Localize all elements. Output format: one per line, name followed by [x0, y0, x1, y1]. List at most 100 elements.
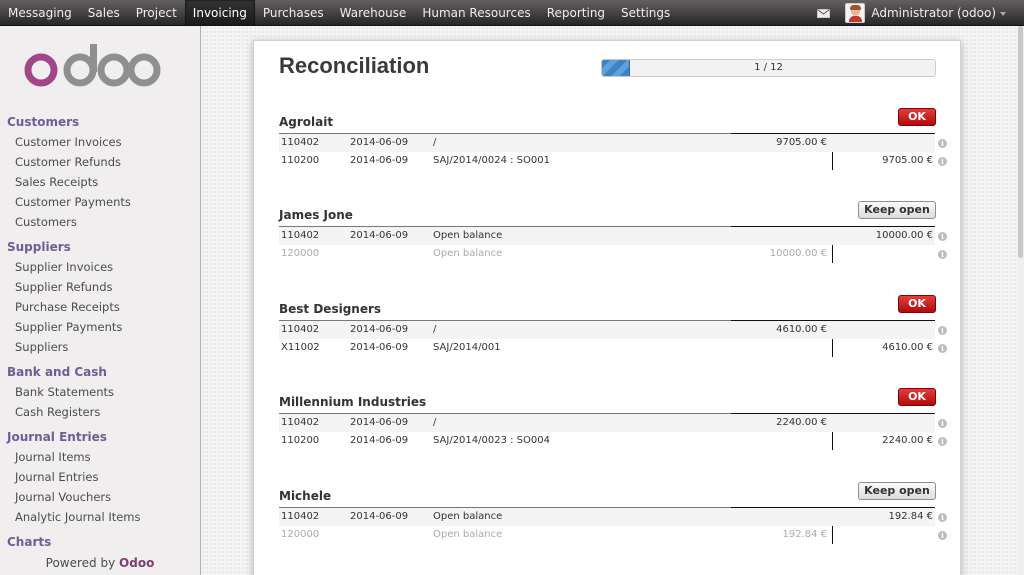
move-line-row[interactable]: 120000 Open balance 10000.00 € [279, 245, 935, 263]
top-menu-project[interactable]: Project [128, 0, 185, 26]
reference-cell: SAJ/2014/0024 : SO001 [433, 155, 550, 166]
date-cell: 2014-06-09 [350, 230, 409, 241]
top-menu-warehouse[interactable]: Warehouse [332, 0, 415, 26]
sidebar-item-journal-items[interactable]: Journal Items [0, 447, 200, 467]
sidebar-item-customer-refunds[interactable]: Customer Refunds [0, 152, 200, 172]
caret-down-icon[interactable] [1000, 12, 1006, 16]
date-cell: 2014-06-09 [350, 511, 409, 522]
reconciliation-block: Agrolait OK 110402 2014-06-09/9705.00 € i 110… [279, 108, 947, 172]
sidebar-section-suppliers: Suppliers [7, 240, 71, 254]
sidebar-section-journal-entries: Journal Entries [7, 430, 107, 444]
sidebar-item-customer-payments[interactable]: Customer Payments [0, 192, 200, 212]
top-menu-messaging[interactable]: Messaging [0, 0, 80, 26]
credit-cell: 4610.00 € [882, 342, 933, 353]
info-icon[interactable]: i [938, 250, 947, 259]
progress-label: 1 / 12 [754, 62, 783, 73]
info-icon[interactable]: i [938, 326, 947, 335]
info-icon[interactable]: i [938, 157, 947, 166]
scrollbar[interactable] [1017, 26, 1024, 575]
sidebar-item-supplier-refunds[interactable]: Supplier Refunds [0, 277, 200, 297]
reference-cell: / [433, 137, 437, 148]
sidebar-nav: Customers Customer Invoices Customer Refun… [0, 112, 200, 572]
account-cell: X11002 [281, 342, 320, 353]
powered-by-brand[interactable]: Odoo [119, 556, 154, 570]
mail-icon[interactable] [813, 0, 835, 26]
date-cell: 2014-06-09 [350, 417, 409, 428]
date-cell: 2014-06-09 [350, 155, 409, 166]
top-menu-invoicing[interactable]: Invoicing [184, 0, 255, 26]
reconciliation-block: Best Designers OK 110402 2014-06-09 / 4610.00… [279, 295, 947, 359]
move-line-row[interactable]: 110402 2014-06-09 Open balance 192.84 € [279, 508, 935, 526]
keep-open-button[interactable]: Keep open [858, 482, 936, 500]
credit-cell: 9705.00 € [882, 155, 933, 166]
sidebar-item-sales-receipts[interactable]: Sales Receipts [0, 172, 200, 192]
reference-cell: Open balance [433, 248, 503, 259]
reconciliation-sheet: Reconciliation 1 / 12 Agrolait OK 110402 20… [253, 40, 961, 575]
account-cell: 110402 [281, 230, 320, 241]
keep-open-button[interactable]: Keep open [858, 201, 936, 219]
user-avatar[interactable] [845, 3, 866, 23]
date-cell: 2014-06-09 [350, 435, 409, 446]
credit-cell: 192.84 € [888, 511, 933, 522]
sidebar-item-supplier-invoices[interactable]: Supplier Invoices [0, 257, 200, 277]
sidebar-item-purchase-receipts[interactable]: Purchase Receipts [0, 297, 200, 317]
sidebar-item-customer-invoices[interactable]: Customer Invoices [0, 132, 200, 152]
sidebar: Customers Customer Invoices Customer Refun… [0, 26, 201, 575]
account-cell: 120000 [281, 248, 320, 259]
ok-button[interactable]: OK [898, 108, 936, 126]
move-line-row[interactable]: 110200 2014-06-09 SAJ/2014/0024 : SO001 970… [279, 152, 935, 170]
partner-name: James Jone [279, 208, 353, 222]
powered-by-text: Powered by [45, 556, 116, 570]
sidebar-item-journal-entries[interactable]: Journal Entries [0, 467, 200, 487]
ok-button[interactable]: OK [898, 295, 936, 313]
top-menu-bar: Messaging Sales Project Invoicing Purchases W… [0, 0, 1024, 26]
sidebar-item-analytic-journal-items[interactable]: Analytic Journal Items [0, 507, 200, 527]
top-menu: Messaging Sales Project Invoicing Purchases W… [0, 0, 678, 26]
top-menu-settings[interactable]: Settings [613, 0, 678, 26]
info-icon[interactable]: i [938, 139, 947, 148]
reference-cell: Open balance [433, 529, 503, 540]
move-line-row[interactable]: 120000 Open balance 192.84 € [279, 526, 935, 544]
date-cell: 2014-06-09 [350, 342, 409, 353]
sidebar-item-journal-vouchers[interactable]: Journal Vouchers [0, 487, 200, 507]
move-line-row[interactable]: 110402 2014-06-09 / 9705.00 € [279, 134, 935, 152]
odoo-logo[interactable] [22, 44, 162, 92]
sidebar-item-supplier-payments[interactable]: Supplier Payments [0, 317, 200, 337]
sidebar-item-cash-registers[interactable]: Cash Registers [0, 402, 200, 422]
debit-cell: 9705.00 € [776, 137, 827, 148]
move-line-row[interactable]: X11002 2014-06-09 SAJ/2014/001 4610.00 € [279, 339, 935, 357]
scrollbar-thumb[interactable] [1018, 26, 1023, 258]
move-line-row[interactable]: 110402 2014-06-09 / 4610.00 € [279, 321, 935, 339]
move-line-row[interactable]: 110402 2014-06-09 Open balance 10000.00 € [279, 227, 935, 245]
reference-cell: / [433, 324, 437, 335]
partner-name: Michele [279, 489, 332, 503]
info-icon[interactable]: i [938, 513, 947, 522]
sidebar-section-bank-and-cash: Bank and Cash [7, 365, 107, 379]
debit-cell: 10000.00 € [769, 248, 827, 259]
info-icon[interactable]: i [938, 437, 947, 446]
move-line-row[interactable]: 110402 2014-06-09 / 2240.00 € [279, 414, 935, 432]
sidebar-item-bank-statements[interactable]: Bank Statements [0, 382, 200, 402]
top-menu-reporting[interactable]: Reporting [539, 0, 613, 26]
top-menu-purchases[interactable]: Purchases [255, 0, 332, 26]
reference-cell: Open balance [433, 511, 503, 522]
info-icon[interactable]: i [938, 344, 947, 353]
credit-cell: 2240.00 € [882, 435, 933, 446]
info-icon[interactable]: i [938, 419, 947, 428]
top-menu-human-resources[interactable]: Human Resources [414, 0, 538, 26]
reference-cell: SAJ/2014/0023 : SO004 [433, 435, 550, 446]
sidebar-item-suppliers[interactable]: Suppliers [0, 337, 200, 357]
partner-name: Best Designers [279, 302, 382, 316]
content-area: Reconciliation 1 / 12 Agrolait OK 110402 20… [201, 26, 1017, 575]
top-menu-sales[interactable]: Sales [80, 0, 128, 26]
partner-name: Millennium Industries [279, 395, 427, 409]
date-cell: 2014-06-09 [350, 137, 409, 148]
sidebar-item-customers[interactable]: Customers [0, 212, 200, 232]
info-icon[interactable]: i [938, 531, 947, 540]
reference-cell: Open balance [433, 230, 503, 241]
info-icon[interactable]: i [938, 232, 947, 241]
move-line-row[interactable]: 110200 2014-06-09 SAJ/2014/0023 : SO004 224… [279, 432, 935, 450]
user-name[interactable]: Administrator (odoo) [871, 6, 996, 20]
account-cell: 120000 [281, 529, 320, 540]
ok-button[interactable]: OK [898, 388, 936, 406]
